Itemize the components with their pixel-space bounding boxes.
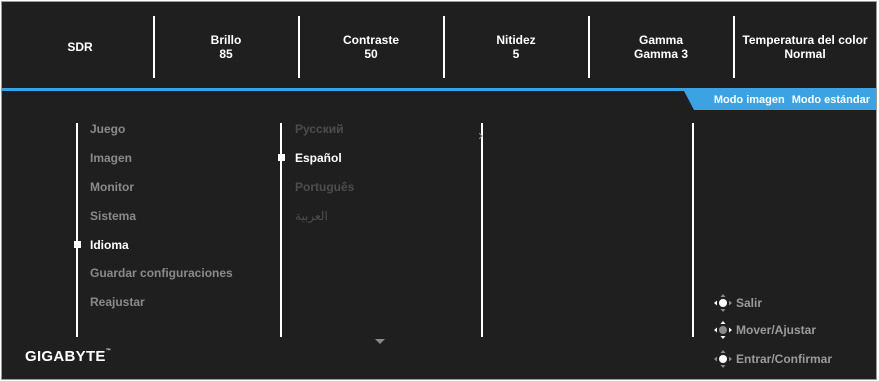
status-gamma-label: Gamma [638,33,684,47]
hint-move-adjust: Mover/Ajustar [713,320,816,340]
menu-column-line [76,123,78,337]
gigabyte-logo: GIGABYTE™ [25,348,111,365]
joystick-move-icon [714,321,732,339]
brand-name: GIGABYTE [25,348,106,365]
hint-enter-confirm-label: Entrar/Confirmar [736,352,833,366]
status-sharpness: Nitidez 5 [445,16,587,78]
menu-item-monitor[interactable]: Monitor [90,180,134,194]
osd-menu: SDR Brillo 85 Contraste 50 Nitidez 5 Gam… [1,1,877,380]
status-color-temperature-value: Normal [784,47,826,61]
status-sdr-label: SDR [67,40,93,54]
hint-enter-confirm: Entrar/Confirmar [713,349,832,369]
hint-exit: Salir [713,293,762,313]
status-gamma: Gamma Gamma 3 [590,16,732,78]
status-sharpness-value: 5 [512,47,520,61]
status-gamma-value: Gamma 3 [633,47,689,61]
hint-exit-label: Salir [736,296,763,310]
menu-item-sistema[interactable]: Sistema [90,209,136,223]
right-column-line [692,123,694,337]
status-color-temperature-label: Temperatura del color [742,33,868,47]
status-contrast-label: Contraste [342,33,399,47]
menu-item-guardar-configuraciones[interactable]: Guardar configuraciones [90,266,233,280]
option-column-line [481,123,483,337]
menu-item-juego[interactable]: Juego [90,122,125,136]
status-sdr: SDR [8,16,152,78]
menu-item-idioma[interactable]: Idioma [90,238,129,252]
picture-mode-value: Modo estándar [791,94,870,106]
accent-band [2,88,876,91]
status-brightness: Brillo 85 [155,16,297,78]
hint-move-adjust-label: Mover/Ajustar [736,323,817,337]
menu-item-imagen[interactable]: Imagen [90,151,132,165]
status-brightness-value: 85 [219,47,233,61]
status-color-temperature: Temperatura del color Normal [735,16,875,78]
language-option-arabic[interactable]: العربية [295,209,328,223]
status-contrast-value: 50 [364,47,378,61]
column-tick [478,126,483,140]
status-brightness-label: Brillo [210,33,242,47]
language-option-russian[interactable]: Русский [295,122,344,136]
status-bar: SDR Brillo 85 Contraste 50 Nitidez 5 Gam… [2,2,876,88]
status-sharpness-label: Nitidez [496,33,536,47]
language-option-spanish[interactable]: Español [295,151,342,165]
picture-mode-label: Modo imagen [713,94,785,106]
language-option-portuguese[interactable]: Português [295,180,354,194]
joystick-left-icon [714,294,732,312]
trademark-mark: ™ [105,348,112,354]
menu-item-reajustar[interactable]: Reajustar [90,295,145,309]
scroll-down-arrow-icon[interactable] [375,339,385,344]
joystick-press-icon [714,350,732,368]
selection-marker [278,154,285,161]
selection-marker [74,241,81,248]
status-contrast: Contraste 50 [300,16,442,78]
picture-mode-tab: Modo imagen Modo estándar [684,91,876,110]
